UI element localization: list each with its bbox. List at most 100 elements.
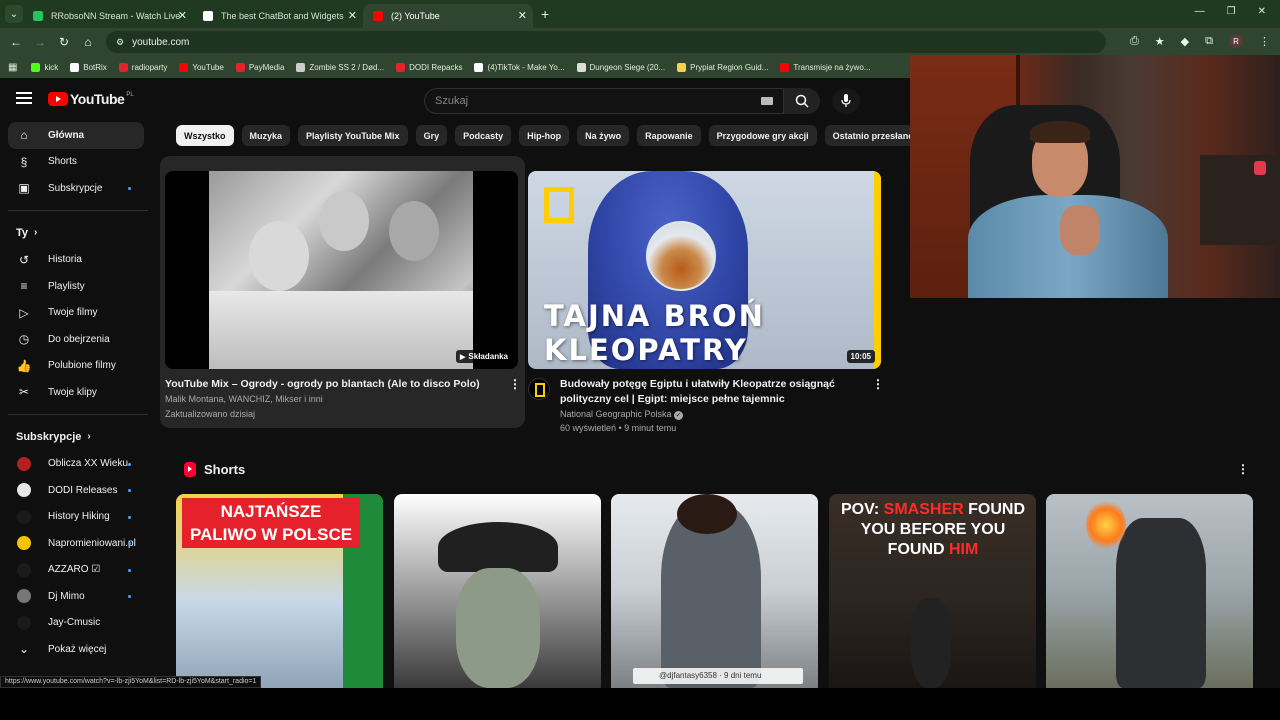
video-thumbnail-mix[interactable]: ▶ Składanka xyxy=(165,171,518,369)
filter-chip[interactable]: Wszystko xyxy=(176,125,234,146)
bookmark-favicon-icon xyxy=(474,62,484,72)
short-card[interactable] xyxy=(394,494,601,688)
video-meta: 60 wyświetleń • 9 minut temu xyxy=(560,423,677,433)
history-icon: ↺ xyxy=(18,252,30,267)
video-channel[interactable]: National Geographic Polska ✓ xyxy=(560,407,684,422)
filter-chip[interactable]: Przygodowe gry akcji xyxy=(708,125,817,146)
apps-grid-icon[interactable]: ▦ xyxy=(8,62,17,73)
extension-diamond-icon[interactable]: ◆ xyxy=(1181,35,1189,48)
extensions-icon[interactable]: ⧉ xyxy=(1205,35,1213,48)
sidebar-item-subscriptions[interactable]: ▣ Subskrypcje xyxy=(0,175,160,202)
close-window-icon[interactable]: ✕ xyxy=(1258,6,1266,17)
video-title[interactable]: Budowały potęgę Egiptu i ułatwiły Kleopa… xyxy=(560,377,860,407)
short-overlay-caption: @djfantasy6358 · 9 dni temu xyxy=(633,668,803,684)
sidebar-subs-heading[interactable]: Subskrypcje › xyxy=(0,423,160,451)
home-browser-icon[interactable]: ⌂ xyxy=(76,35,100,49)
close-tab-icon[interactable]: ✕ xyxy=(518,9,527,22)
youtube-logo[interactable]: YouTube PL xyxy=(48,91,134,107)
bookmark-item[interactable]: DODI Repacks xyxy=(396,62,462,72)
bookmark-star-icon[interactable]: ★ xyxy=(1155,35,1165,48)
bookmark-item[interactable]: Dungeon Siege (20... xyxy=(576,62,665,72)
sidebar-subscription[interactable]: DODI Releases xyxy=(0,477,160,504)
site-info-icon[interactable]: ⚙ xyxy=(116,37,124,48)
keyboard-icon[interactable] xyxy=(761,97,773,105)
filter-chip[interactable]: Hip-hop xyxy=(519,125,570,146)
link-status-bar: https://www.youtube.com/watch?v=-lb-zji5… xyxy=(0,676,262,688)
shorts-icon xyxy=(184,462,196,477)
sidebar-subscription[interactable]: Napromieniowani.pl xyxy=(0,530,160,557)
new-tab-button[interactable]: + xyxy=(541,6,549,22)
filter-chip[interactable]: Ostatnio przesłane xyxy=(824,125,922,146)
reload-icon[interactable]: ↻ xyxy=(52,35,76,49)
sidebar-subscription[interactable]: History Hiking xyxy=(0,504,160,531)
filter-chip[interactable]: Muzyka xyxy=(241,125,291,146)
install-app-icon[interactable]: ⎙ xyxy=(1130,35,1139,48)
sidebar-item-shorts[interactable]: § Shorts xyxy=(0,149,160,176)
thumbnail-figure xyxy=(319,191,369,251)
search-button[interactable] xyxy=(784,88,820,114)
back-icon[interactable]: ← xyxy=(4,35,28,49)
bookmark-item[interactable]: (4)TikTok - Make Yo... xyxy=(474,62,565,72)
bookmark-favicon-icon xyxy=(677,62,687,72)
sidebar-item-video[interactable]: ▷ Twoje filmy xyxy=(0,300,160,327)
shorts-more-icon[interactable]: ⋮ xyxy=(1237,462,1249,476)
channel-avatar[interactable] xyxy=(528,378,550,400)
more-options-icon[interactable]: ⋮ xyxy=(872,377,884,391)
sidebar-item-thumbs-up[interactable]: 👍 Polubione filmy xyxy=(0,353,160,380)
filter-chip[interactable]: Playlisty YouTube Mix xyxy=(298,125,408,146)
close-tab-icon[interactable]: ✕ xyxy=(348,9,357,22)
filter-chip[interactable]: Gry xyxy=(415,125,448,146)
new-content-dot xyxy=(128,515,131,519)
bookmark-item[interactable]: PayMedia xyxy=(235,62,284,72)
playlist-icon: ≡ xyxy=(20,279,28,293)
browser-menu-icon[interactable]: ⋮ xyxy=(1259,35,1270,48)
short-card[interactable]: NAJTAŃSZE PALIWO W POLSCE xyxy=(176,494,383,688)
bookmark-item[interactable]: Transmisje na żywo... xyxy=(780,62,870,72)
video-thumbnail-natgeo[interactable]: TAJNA BROŃ KLEOPATRY 10:05 xyxy=(528,171,881,369)
bookmark-item[interactable]: kick xyxy=(31,62,58,72)
browser-tab[interactable]: RRobsoNN Stream - Watch Live ✕ xyxy=(23,4,193,28)
bookmark-item[interactable]: Zombie SS 2 / Død... xyxy=(296,62,384,72)
sidebar-subscription[interactable]: Dj Mimo xyxy=(0,583,160,610)
short-card[interactable] xyxy=(1046,494,1253,688)
browser-tab[interactable]: The best ChatBot and Widgets ✕ xyxy=(193,4,363,28)
sidebar-subscription[interactable]: Jay-Cmusic xyxy=(0,610,160,637)
more-options-icon[interactable]: ⋮ xyxy=(509,377,521,391)
maximize-icon[interactable]: ❐ xyxy=(1227,6,1236,17)
close-tab-icon[interactable]: ✕ xyxy=(178,9,187,22)
sidebar-main-section: ⌂ Główna § Shorts ▣ Subskrypcje xyxy=(0,122,160,202)
sidebar-subscription[interactable]: AZZARO ☑ xyxy=(0,557,160,584)
sidebar-item-clock[interactable]: ◷ Do obejrzenia xyxy=(0,326,160,353)
bookmark-item[interactable]: radioparty xyxy=(118,62,167,72)
sidebar-show-more[interactable]: ⌄ Pokaż więcej xyxy=(0,636,160,663)
video-title[interactable]: YouTube Mix – Ogrody - ogrody po blantac… xyxy=(165,377,495,392)
bookmark-favicon-icon xyxy=(396,62,406,72)
tab-search-icon[interactable]: ⌄ xyxy=(5,5,23,23)
sidebar-you-heading[interactable]: Ty › xyxy=(0,219,160,247)
bookmark-favicon-icon xyxy=(780,62,790,72)
video-channel[interactable]: Malik Montana, WANCHIZ, Mikser i inni xyxy=(165,392,323,407)
browser-tab[interactable]: (2) YouTube ✕ xyxy=(363,4,533,28)
bookmark-item[interactable]: BotRix xyxy=(70,62,107,72)
filter-chip[interactable]: Rapowanie xyxy=(637,125,701,146)
short-card[interactable]: @djfantasy6358 · 9 dni temu xyxy=(611,494,818,688)
url-field[interactable]: ⚙ youtube.com xyxy=(106,31,1106,53)
sidebar-item-home[interactable]: ⌂ Główna xyxy=(8,122,144,149)
profile-avatar[interactable]: R xyxy=(1229,34,1243,48)
sidebar-subscription[interactable]: Oblicza XX Wieku xyxy=(0,451,160,478)
minimize-icon[interactable]: — xyxy=(1195,6,1205,17)
short-card[interactable]: POV: SMASHER FOUND YOU BEFORE YOU FOUND … xyxy=(829,494,1036,688)
menu-icon[interactable] xyxy=(16,92,32,104)
sidebar-item-playlist[interactable]: ≡ Playlisty xyxy=(0,273,160,300)
sidebar-item-history[interactable]: ↺ Historia xyxy=(0,247,160,274)
search-input[interactable]: Szukaj xyxy=(424,88,784,114)
filter-chip[interactable]: Na żywo xyxy=(577,125,630,146)
sidebar-item-scissors[interactable]: ✂ Twoje klipy xyxy=(0,379,160,406)
bookmark-item[interactable]: Prypiat Region Guid... xyxy=(677,62,768,72)
bookmark-item[interactable]: YouTube xyxy=(179,62,224,72)
chevron-right-icon: › xyxy=(34,227,38,238)
forward-icon[interactable]: → xyxy=(28,35,52,49)
voice-search-button[interactable] xyxy=(832,88,860,114)
youtube-header: YouTube PL Szukaj xyxy=(0,78,910,122)
filter-chip[interactable]: Podcasty xyxy=(455,125,512,146)
